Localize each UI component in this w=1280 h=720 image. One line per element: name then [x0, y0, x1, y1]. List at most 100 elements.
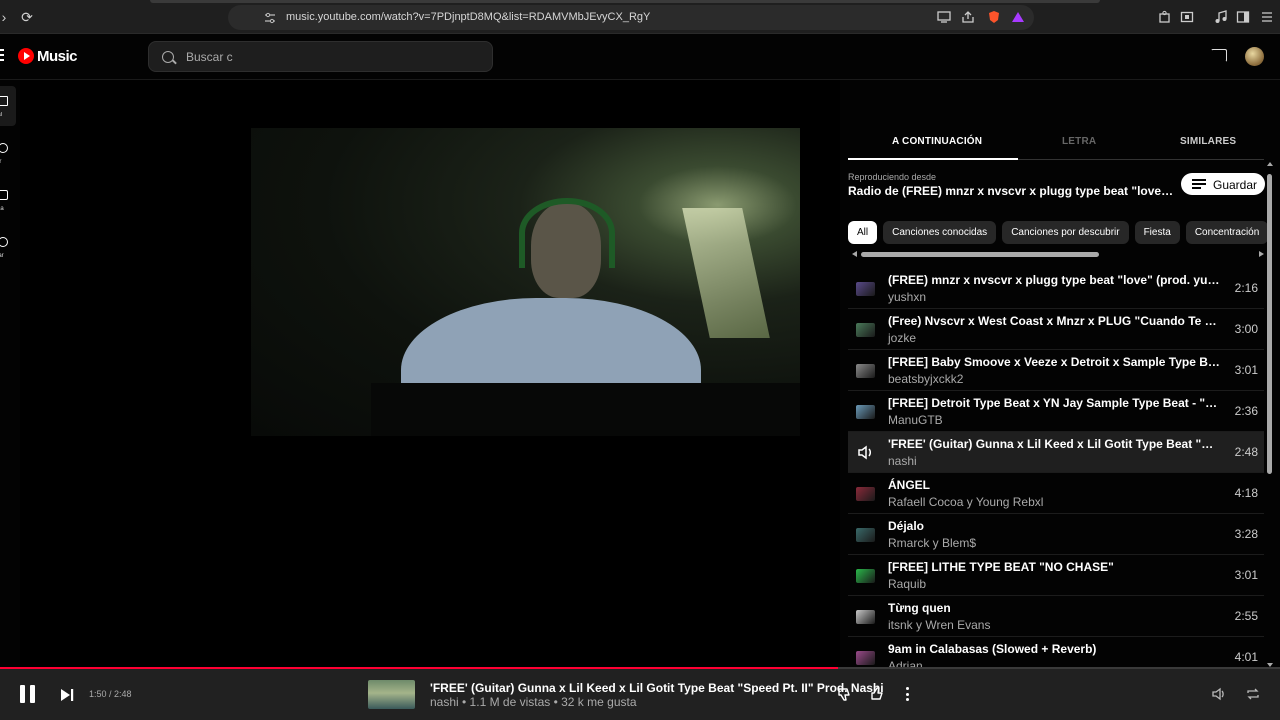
scroll-right-icon[interactable]: [1259, 251, 1264, 257]
queue-item-title: [FREE] Baby Smoove x Veeze x Detroit x S…: [888, 355, 1220, 369]
queue-item-artist[interactable]: beatsbyjxckk2: [888, 372, 963, 386]
queue-item[interactable]: 'FREE' (Guitar) Gunna x Lil Keed x Lil G…: [848, 432, 1264, 473]
library-icon: [0, 190, 8, 200]
queue-item-artist[interactable]: Raquib: [888, 577, 926, 591]
queue-item-thumbnail[interactable]: [856, 569, 875, 583]
repeat-button[interactable]: [1245, 686, 1261, 702]
site-info-icon[interactable]: [264, 11, 278, 25]
queue-item[interactable]: [FREE] LITHE TYPE BEAT "NO CHASE" Raquib 3…: [848, 555, 1264, 596]
video-frame[interactable]: [251, 128, 800, 436]
screenshot-icon[interactable]: [1180, 10, 1194, 24]
sidebar-item-library[interactable]: eca: [0, 180, 16, 220]
queue-item-title: (Free) Nvscvr x West Coast x Mnzr x PLUG…: [888, 314, 1220, 328]
more-options-icon[interactable]: [902, 687, 912, 703]
now-playing-thumbnail[interactable]: [368, 680, 415, 709]
sidebar-item-upgrade[interactable]: izar: [0, 227, 16, 267]
queue-item-artist[interactable]: jozke: [888, 331, 916, 345]
brave-shield-icon[interactable]: [987, 10, 1001, 24]
sidebar-toggle-icon[interactable]: [1236, 10, 1250, 24]
queue-item[interactable]: [FREE] Baby Smoove x Veeze x Detroit x S…: [848, 350, 1264, 391]
queue-item-thumbnail[interactable]: [856, 487, 875, 501]
queue-item-artist[interactable]: Rmarck y Blem$: [888, 536, 976, 550]
brave-rewards-icon[interactable]: [1011, 10, 1025, 24]
progress-bar[interactable]: [0, 667, 1280, 669]
sidebar: pal rar eca izar: [0, 80, 20, 670]
hamburger-menu-icon[interactable]: [0, 49, 4, 63]
queue-item[interactable]: (FREE) mnzr x nvscvr x plugg type beat "…: [848, 268, 1264, 309]
queue-item-thumbnail[interactable]: [856, 528, 875, 542]
video-player[interactable]: [20, 80, 840, 670]
playlist-title[interactable]: Radio de (FREE) mnzr x nvscvr x plugg ty…: [848, 184, 1178, 198]
home-icon: [0, 96, 8, 106]
menu-icon[interactable]: [1260, 10, 1274, 24]
queue-item-artist[interactable]: yushxn: [888, 290, 926, 304]
forward-icon[interactable]: ›: [0, 9, 12, 25]
search-icon[interactable]: [162, 51, 174, 63]
queue-item[interactable]: 9am in Calabasas (Slowed + Reverb) Adrian…: [848, 637, 1264, 668]
chip-focus[interactable]: Concentración: [1185, 221, 1268, 244]
chip-known-songs[interactable]: Canciones conocidas: [883, 221, 997, 244]
logo-text[interactable]: Music: [37, 48, 78, 65]
scroll-up-icon[interactable]: [1267, 162, 1273, 166]
queue-item-thumbnail[interactable]: [856, 323, 875, 337]
save-button[interactable]: Guardar: [1181, 173, 1265, 195]
queue-item-duration: 2:16: [1234, 281, 1258, 295]
queue-item-title: 'FREE' (Guitar) Gunna x Lil Keed x Lil G…: [888, 437, 1220, 451]
tab-up-next[interactable]: A CONTINUACIÓN: [892, 136, 982, 147]
volume-button[interactable]: [1211, 686, 1227, 702]
search-placeholder: Buscar c: [186, 50, 233, 64]
queue-item-artist[interactable]: nashi: [888, 454, 917, 468]
tab-strip: [150, 0, 1100, 3]
next-button[interactable]: [60, 688, 74, 701]
youtube-music-logo-icon[interactable]: [18, 48, 34, 64]
queue-item-title: Déjalo: [888, 519, 925, 533]
chip-all[interactable]: All: [848, 221, 878, 244]
queue-scrollbar-thumb[interactable]: [1267, 174, 1272, 474]
skip-next-icon: [61, 689, 74, 701]
cast-icon[interactable]: [1211, 49, 1227, 62]
queue-item-duration: 2:36: [1234, 404, 1258, 418]
queue-item-artist[interactable]: itsnk y Wren Evans: [888, 618, 990, 632]
reload-icon[interactable]: ⟳: [19, 9, 35, 25]
explore-icon: [0, 143, 8, 153]
dislike-button[interactable]: [837, 686, 853, 702]
like-button[interactable]: [870, 686, 886, 702]
queue-item-artist[interactable]: Rafaell Cocoa y Young Rebxl: [888, 495, 1043, 509]
now-playing-subtitle[interactable]: nashi • 1.1 M de vistas • 32 k me gusta: [430, 695, 637, 709]
app-header: Music Buscar c: [0, 34, 1280, 80]
media-controls-icon[interactable]: [1214, 10, 1228, 24]
tab-lyrics[interactable]: LETRA: [1062, 136, 1096, 147]
pause-button[interactable]: [19, 685, 37, 703]
queue-item-duration: 3:01: [1234, 363, 1258, 377]
chip-party[interactable]: Fiesta: [1134, 221, 1180, 244]
queue-item-thumbnail[interactable]: [856, 651, 875, 665]
queue-item[interactable]: ÁNGEL Rafaell Cocoa y Young Rebxl 4:18: [848, 473, 1264, 514]
avatar[interactable]: [1245, 47, 1264, 66]
active-tab-indicator: [848, 158, 1018, 160]
time-display: 1:50 / 2:48: [89, 689, 132, 699]
thumbs-up-icon: [871, 687, 883, 700]
sidebar-item-home[interactable]: pal: [0, 86, 16, 126]
chip-discover[interactable]: Canciones por descubrir: [1002, 221, 1129, 244]
extensions-icon[interactable]: [1158, 10, 1172, 24]
queue-item-thumbnail[interactable]: [856, 610, 875, 624]
queue-item-thumbnail[interactable]: [856, 405, 875, 419]
queue-item[interactable]: [FREE] Detroit Type Beat x YN Jay Sample…: [848, 391, 1264, 432]
install-app-icon[interactable]: [937, 10, 951, 24]
video-desk: [371, 383, 800, 436]
queue-item[interactable]: Déjalo Rmarck y Blem$ 3:28: [848, 514, 1264, 555]
chips-scrollbar-thumb[interactable]: [861, 252, 1099, 257]
queue-item-thumbnail[interactable]: [856, 282, 875, 296]
queue-item-thumbnail[interactable]: [856, 364, 875, 378]
sidebar-item-explore[interactable]: rar: [0, 133, 16, 173]
queue-item[interactable]: (Free) Nvscvr x West Coast x Mnzr x PLUG…: [848, 309, 1264, 350]
chips-scrollbar[interactable]: [852, 251, 1264, 257]
share-icon[interactable]: [961, 10, 975, 24]
queue-item[interactable]: Từng quen itsnk y Wren Evans 2:55: [848, 596, 1264, 637]
scroll-left-icon[interactable]: [852, 251, 857, 257]
filter-chips: All Canciones conocidas Canciones por desc…: [848, 221, 1268, 245]
queue-item-artist[interactable]: ManuGTB: [888, 413, 943, 427]
now-playing-title[interactable]: 'FREE' (Guitar) Gunna x Lil Keed x Lil G…: [430, 681, 884, 695]
queue-scrollbar[interactable]: [1266, 162, 1274, 667]
tab-related[interactable]: SIMILARES: [1180, 136, 1236, 147]
